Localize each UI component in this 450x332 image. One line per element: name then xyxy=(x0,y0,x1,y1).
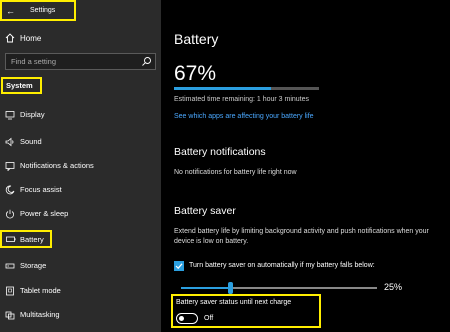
sidebar-item-label: Sound xyxy=(20,137,42,146)
main-content: Battery 67% Estimated time remaining: 1 … xyxy=(161,0,450,332)
sidebar-item-label: Power & sleep xyxy=(20,209,69,218)
sidebar-item-label: Notifications & actions xyxy=(20,161,94,170)
multitasking-icon xyxy=(5,311,15,320)
sidebar-item-power-sleep[interactable]: Power & sleep xyxy=(0,205,161,223)
battery-notifications-heading: Battery notifications xyxy=(174,146,266,158)
search-icon[interactable] xyxy=(141,56,152,67)
apps-battery-link[interactable]: See which apps are affecting your batter… xyxy=(174,113,314,120)
toggle-state-text: Off xyxy=(204,315,214,322)
page-title: Battery xyxy=(174,31,219,47)
sidebar-item-multitasking[interactable]: Multitasking xyxy=(0,306,161,324)
section-header-system: System xyxy=(1,77,42,94)
sidebar-item-label: Battery xyxy=(20,235,44,244)
estimated-time: Estimated time remaining: 1 hour 3 minut… xyxy=(174,96,310,103)
sidebar-item-battery[interactable]: Battery xyxy=(0,230,52,248)
toggle-knob xyxy=(179,315,184,321)
threshold-slider-thumb[interactable] xyxy=(228,282,233,294)
battery-saver-description: Extend battery life by limiting backgrou… xyxy=(174,228,429,245)
sidebar-item-storage[interactable]: Storage xyxy=(0,257,161,275)
auto-saver-label: Turn battery saver on automatically if m… xyxy=(189,262,375,269)
battery-icon xyxy=(6,236,16,242)
sidebar-item-sound[interactable]: Sound xyxy=(0,133,161,151)
sound-icon xyxy=(5,137,14,147)
threshold-slider-fill xyxy=(181,287,230,289)
moon-icon xyxy=(5,185,15,195)
checkmark-icon xyxy=(175,263,183,270)
sidebar-item-label: Home xyxy=(20,33,42,43)
auto-saver-checkbox[interactable] xyxy=(174,261,184,271)
sidebar-item-label: Multitasking xyxy=(20,310,60,319)
search-input[interactable]: Find a setting xyxy=(5,53,156,70)
window-title: Settings xyxy=(30,7,56,14)
threshold-value: 25% xyxy=(384,282,403,292)
power-icon xyxy=(6,209,14,219)
sidebar-item-display[interactable]: Display xyxy=(0,106,161,124)
tablet-icon xyxy=(6,286,14,296)
sidebar: ← Settings Home Find a setting System Di… xyxy=(0,0,161,332)
sidebar-item-label: Focus assist xyxy=(20,185,62,194)
sidebar-item-label: Tablet mode xyxy=(20,286,61,295)
saver-status-toggle[interactable] xyxy=(176,313,198,324)
section-label: System xyxy=(6,81,33,90)
battery-level-fill xyxy=(174,87,272,90)
display-icon xyxy=(5,111,15,120)
search-placeholder: Find a setting xyxy=(11,57,57,66)
window-titlebar: ← Settings xyxy=(0,0,76,21)
saver-status-label: Battery saver status until next charge xyxy=(176,299,292,306)
saver-status-group: Battery saver status until next charge O… xyxy=(171,294,321,328)
sidebar-item-tablet-mode[interactable]: Tablet mode xyxy=(0,282,161,300)
battery-saver-heading: Battery saver xyxy=(174,205,236,217)
sidebar-item-focus-assist[interactable]: Focus assist xyxy=(0,181,161,199)
battery-percentage: 67% xyxy=(174,62,217,85)
battery-level-bar xyxy=(174,87,319,90)
sidebar-item-notifications[interactable]: Notifications & actions xyxy=(0,157,161,175)
sidebar-item-label: Storage xyxy=(20,261,47,270)
storage-icon xyxy=(5,263,15,269)
sidebar-item-label: Display xyxy=(20,110,45,119)
battery-notifications-text: No notifications for battery life right … xyxy=(174,169,297,176)
home-icon xyxy=(5,33,15,43)
back-arrow-icon[interactable]: ← xyxy=(6,6,18,16)
notifications-icon xyxy=(5,162,15,171)
